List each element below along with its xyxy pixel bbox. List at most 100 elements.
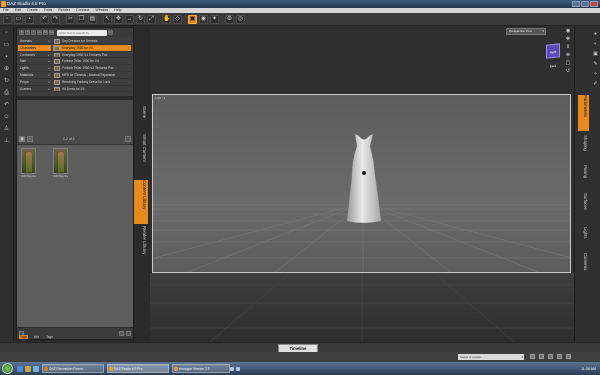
folder-icon[interactable]: ▭	[49, 30, 54, 35]
desktop-icon[interactable]	[33, 365, 39, 372]
content-tile[interactable]: 1930 Day Dress	[53, 148, 68, 180]
next-page-icon[interactable]	[125, 136, 131, 142]
viewport[interactable]: Perspective View ◉ ✥ ⇕ ⊕ ▢ ↺ Right Back	[150, 27, 574, 342]
camera-reset-icon[interactable]: ↺	[566, 68, 570, 74]
pencil-icon[interactable]: ✐	[591, 81, 600, 87]
translate-icon[interactable]: ↔	[125, 14, 134, 24]
camera-select[interactable]: Perspective View	[506, 28, 546, 35]
product-item[interactable]: Revolving Fantasy Dress for Luna	[53, 79, 131, 86]
tab-parameters[interactable]: Parameters	[578, 95, 589, 131]
search-icon[interactable]: ⌕	[108, 30, 113, 35]
paste-icon[interactable]: ▤	[88, 14, 97, 24]
render-icon[interactable]: ◎	[236, 14, 245, 24]
pose-tool-icon[interactable]: ✋	[162, 14, 171, 24]
open-icon[interactable]: ▭	[3, 41, 11, 49]
content-tile[interactable]: 1930 Day Everyday	[21, 148, 36, 180]
camera-frame-icon[interactable]: ▢	[566, 60, 571, 66]
forward-icon[interactable]: ›	[31, 30, 36, 35]
undo-side-icon[interactable]: ↶	[3, 101, 11, 109]
tab-lights[interactable]: Lights	[578, 227, 589, 249]
tab-cameras[interactable]: Cameras	[578, 253, 589, 281]
explorer-icon[interactable]	[25, 365, 31, 372]
taskbar-item-hexagon[interactable]: Hexagon Version 2.5	[172, 364, 230, 373]
person-icon[interactable]: ☺	[3, 113, 11, 121]
options-icon[interactable]	[126, 331, 131, 336]
redo-icon[interactable]: ↷	[51, 14, 60, 24]
product-item[interactable]: MFD for Genesis - Arsenal Expansion	[53, 72, 131, 79]
tab-render-library[interactable]: Render Library	[134, 226, 148, 270]
magic-icon[interactable]: ✧	[591, 71, 600, 77]
save-icon[interactable]: ▪	[25, 14, 34, 24]
view-cube[interactable]: Right Back	[546, 43, 560, 68]
expand-icon[interactable]	[119, 331, 124, 336]
category-item[interactable]: Costumes ▸	[18, 52, 51, 59]
category-item[interactable]: Scenes ▸	[18, 86, 51, 93]
product-item[interactable]: Everyday 1930 for V4	[53, 44, 131, 52]
category-item[interactable]: Props ▸	[18, 79, 51, 86]
search-input[interactable]: Enter text to search by	[57, 29, 107, 36]
network-icon[interactable]	[230, 366, 234, 371]
taskbar-item-daz-studio[interactable]: DAZ Studio 4.5 Pro	[107, 364, 169, 373]
print-icon[interactable]: ⎙	[3, 89, 11, 97]
figure-icon[interactable]: ♙	[3, 125, 11, 133]
minimize-button[interactable]	[572, 1, 580, 7]
tab-tags[interactable]: Tags	[19, 335, 28, 339]
tab-surfaces[interactable]: Surfaces	[578, 193, 589, 223]
camera-pan-icon[interactable]: ✥	[566, 36, 570, 42]
refresh-icon[interactable]: ↻	[3, 77, 11, 85]
render-settings-icon[interactable]: ⚙	[225, 14, 234, 24]
tab-info[interactable]: Info	[33, 335, 40, 339]
copy-icon[interactable]: ❐	[77, 14, 86, 24]
tab-tags-alt[interactable]: Tags	[45, 335, 54, 339]
camera-icon[interactable]: ◉	[199, 14, 208, 24]
node-selection-icon[interactable]: ↖	[103, 14, 112, 24]
undo-icon[interactable]: ↶	[40, 14, 49, 24]
light-icon[interactable]: ✦	[210, 14, 219, 24]
refresh-library-icon[interactable]: ↻	[43, 30, 48, 35]
product-item[interactable]: V4 Dress for V4	[53, 86, 131, 93]
menu-icon[interactable]: ≡	[19, 30, 24, 35]
ie-icon[interactable]	[17, 365, 23, 372]
product-item[interactable]: Fortune Teller 1930 for V4	[53, 58, 131, 66]
category-item[interactable]: Materials ▸	[18, 72, 51, 79]
tab-smart-content[interactable]: Smart Content	[134, 134, 148, 178]
previous-page-icon[interactable]: ‹	[27, 136, 33, 142]
open-file-icon[interactable]: ▭	[14, 14, 23, 24]
volume-icon[interactable]	[236, 366, 240, 371]
camera-orbit-icon[interactable]: ◉	[566, 28, 570, 34]
camera-dolly-icon[interactable]: ⇕	[566, 44, 570, 50]
save-scene-icon[interactable]: ▪	[3, 53, 11, 61]
category-item[interactable]: Hair ▸	[18, 58, 51, 66]
taskbar-item-forum[interactable]: DAZ Discussion Forum...	[42, 364, 104, 373]
tab-timeline[interactable]: Timeline	[278, 344, 318, 352]
new-scene-icon[interactable]: ▫	[3, 29, 11, 37]
category-item[interactable]: Animals ▸	[18, 38, 51, 45]
scale-icon[interactable]: ⤢	[147, 14, 156, 24]
help-icon[interactable]	[566, 354, 571, 359]
category-item[interactable]: Characters ▸	[18, 44, 51, 52]
lock-icon[interactable]: ▣	[591, 51, 600, 57]
lesson-menu-icon[interactable]	[548, 354, 553, 359]
product-item[interactable]: Fortune Teller 1930 V4 Textured Pac	[53, 65, 131, 72]
product-item[interactable]: Day Dresses for Genesis	[53, 38, 131, 45]
view-mode-icon[interactable]: ▦	[19, 136, 25, 142]
geometry-tool-icon[interactable]: ◇	[173, 14, 182, 24]
close-button[interactable]	[590, 1, 598, 7]
merge-icon[interactable]: ⊕	[3, 65, 11, 73]
spot-render-icon[interactable]: ▣	[188, 14, 197, 24]
brush-icon[interactable]: ✎	[591, 61, 600, 67]
lesson-select[interactable]: Select a Lesson...	[458, 354, 524, 360]
previous-step-icon[interactable]	[530, 354, 535, 359]
pane-splitter[interactable]	[17, 96, 133, 100]
category-item[interactable]: Lights ▸	[18, 65, 51, 72]
next-step-icon[interactable]	[539, 354, 544, 359]
pin-icon[interactable]: ⊥	[3, 137, 11, 145]
tab-shaping[interactable]: Shaping	[578, 135, 589, 161]
tab-posing[interactable]: Posing	[578, 165, 589, 189]
home-icon[interactable]: ⌂	[37, 30, 42, 35]
tab-content-library[interactable]: Content Library	[134, 180, 148, 224]
start-button[interactable]	[2, 363, 13, 374]
tab-scene[interactable]: Scene	[134, 106, 148, 132]
surface-icon[interactable]: ◐	[591, 41, 600, 47]
camera-zoom-icon[interactable]: ⊕	[566, 52, 570, 58]
